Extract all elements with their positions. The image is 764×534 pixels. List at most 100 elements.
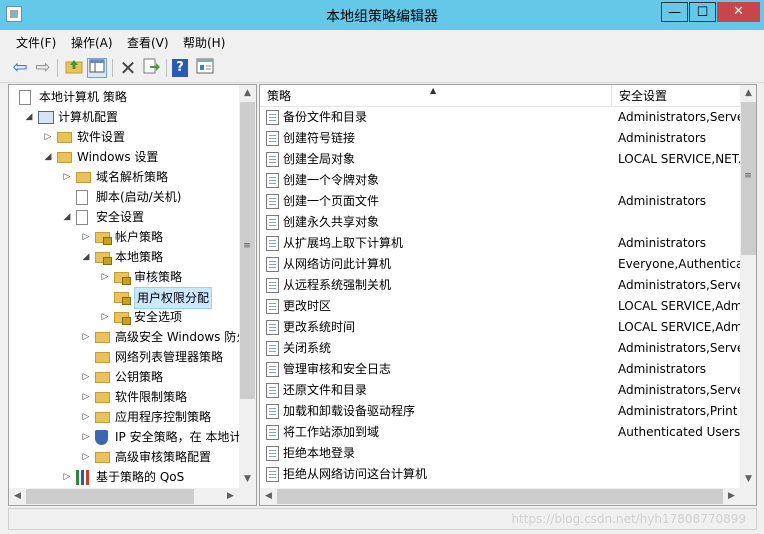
- back-arrow-icon[interactable]: ⇦: [10, 58, 30, 78]
- policy-name: 备份文件和目录: [283, 110, 368, 124]
- tree-vertical-scrollbar[interactable]: ▲ ≡ ▼: [239, 85, 256, 488]
- tree-item[interactable]: ▷ 软件设置: [9, 127, 239, 147]
- scroll-up-button[interactable]: ▲: [239, 85, 256, 102]
- tree-item[interactable]: 本地计算机 策略: [9, 87, 239, 107]
- collapsed-arrow-icon[interactable]: ▷: [79, 367, 93, 387]
- expanded-arrow-icon[interactable]: ◢: [60, 207, 74, 227]
- tree-item[interactable]: ▷ 安全选项: [9, 307, 239, 327]
- scroll-down-button[interactable]: ▼: [239, 471, 256, 488]
- up-folder-icon[interactable]: [64, 58, 84, 78]
- tree-item[interactable]: ◢ 本地策略: [9, 247, 239, 267]
- list-item[interactable]: 管理审核和安全日志 Administrators: [260, 359, 740, 380]
- menu-file[interactable]: 文件(F): [16, 34, 56, 51]
- maximize-button[interactable]: ☐: [689, 2, 716, 22]
- tree-item[interactable]: ▷ 公钥策略: [9, 367, 239, 387]
- scroll-left-button[interactable]: ◀: [260, 488, 277, 505]
- list-item[interactable]: 备份文件和目录 Administrators,Server: [260, 107, 740, 128]
- list-item[interactable]: 从扩展坞上取下计算机 Administrators: [260, 233, 740, 254]
- tree-item[interactable]: ▷ 域名解析策略: [9, 167, 239, 187]
- watermark-text: https://blog.csdn.net/hyh17808770899: [511, 512, 746, 526]
- expanded-arrow-icon[interactable]: ◢: [41, 147, 55, 167]
- tree-pane[interactable]: 本地计算机 策略 ◢ 计算机配置 ▷ 软件设置 ◢ Windows 设置 ▷ 域名解析策略 脚本(…: [8, 84, 257, 506]
- collapsed-arrow-icon[interactable]: ▷: [79, 427, 93, 447]
- tree-item[interactable]: ◢ 计算机配置: [9, 107, 239, 127]
- export-icon[interactable]: [141, 58, 161, 78]
- locked-folder-icon: [95, 232, 112, 245]
- help-icon[interactable]: ?: [172, 59, 188, 77]
- policy-setting-icon: [266, 383, 279, 398]
- tree-horizontal-scrollbar[interactable]: ◀ ▶: [9, 488, 239, 505]
- scroll-right-button[interactable]: ▶: [723, 488, 740, 505]
- scrollbar-thumb[interactable]: [277, 489, 723, 504]
- menu-view[interactable]: 查看(V): [127, 34, 169, 51]
- collapsed-arrow-icon[interactable]: ▷: [79, 387, 93, 407]
- forward-arrow-icon[interactable]: ⇨: [33, 58, 53, 78]
- list-item[interactable]: 创建符号链接 Administrators: [260, 128, 740, 149]
- collapsed-arrow-icon[interactable]: ▷: [79, 227, 93, 247]
- expanded-arrow-icon[interactable]: ◢: [79, 247, 93, 267]
- list-item[interactable]: 创建永久共享对象: [260, 212, 740, 233]
- tree-item[interactable]: ▷ 帐户策略: [9, 227, 239, 247]
- list-item[interactable]: 拒绝本地登录: [260, 443, 740, 464]
- tree-item[interactable]: ▷ 基于策略的 QoS: [9, 467, 239, 487]
- collapsed-arrow-icon[interactable]: ▷: [98, 267, 112, 287]
- tree-item[interactable]: ▷ 软件限制策略: [9, 387, 239, 407]
- expanded-arrow-icon[interactable]: ◢: [22, 107, 36, 127]
- list-item[interactable]: 创建一个令牌对象: [260, 170, 740, 191]
- tree-item-label: 帐户策略: [115, 230, 164, 244]
- menu-help[interactable]: 帮助(H): [183, 34, 225, 51]
- security-setting-value: Administrators,Server: [618, 110, 740, 124]
- minimize-button[interactable]: —: [661, 2, 688, 22]
- tree-item[interactable]: 网络列表管理器策略: [9, 347, 239, 367]
- scroll-down-button[interactable]: ▼: [740, 471, 756, 488]
- tree-item[interactable]: ▷ 高级安全 Windows 防火: [9, 327, 249, 347]
- policy-setting-icon: [266, 362, 279, 377]
- scrollbar-thumb[interactable]: [26, 489, 194, 504]
- scroll-left-button[interactable]: ◀: [9, 488, 26, 505]
- tree-item[interactable]: 用户权限分配: [9, 287, 239, 309]
- column-header-setting[interactable]: 安全设置: [612, 85, 741, 107]
- collapsed-arrow-icon[interactable]: ▷: [60, 467, 74, 487]
- tree-item[interactable]: ◢ 安全设置: [9, 207, 239, 227]
- scroll-corner: [239, 488, 256, 505]
- properties-icon[interactable]: [195, 58, 215, 78]
- list-item[interactable]: 从远程系统强制关机 Administrators,Server: [260, 275, 740, 296]
- collapsed-arrow-icon[interactable]: ▷: [41, 127, 55, 147]
- delete-icon[interactable]: ✕: [118, 58, 138, 78]
- collapsed-arrow-icon[interactable]: ▷: [60, 167, 74, 187]
- list-item[interactable]: 将工作站添加到域 Authenticated Users: [260, 422, 740, 443]
- tree-item[interactable]: ◢ Windows 设置: [9, 147, 239, 167]
- list-item[interactable]: 拒绝从网络访问这台计算机: [260, 464, 740, 485]
- list-item[interactable]: 还原文件和目录 Administrators,Server: [260, 380, 740, 401]
- folder-icon: [95, 372, 110, 383]
- list-item[interactable]: 加载和卸载设备驱动程序 Administrators,Print O: [260, 401, 740, 422]
- collapsed-arrow-icon[interactable]: ▷: [79, 447, 93, 467]
- policy-name: 拒绝从网络访问这台计算机: [283, 467, 428, 481]
- collapsed-arrow-icon[interactable]: ▷: [79, 407, 93, 427]
- collapsed-arrow-icon[interactable]: ▷: [79, 327, 93, 347]
- column-header-policy[interactable]: 策略 ▲: [260, 85, 612, 107]
- folder-icon: [76, 172, 91, 183]
- collapsed-arrow-icon[interactable]: ▷: [98, 307, 112, 327]
- list-item[interactable]: 关闭系统 Administrators,Server: [260, 338, 740, 359]
- list-item[interactable]: 更改系统时间 LOCAL SERVICE,Admi: [260, 317, 740, 338]
- list-item[interactable]: 创建全局对象 LOCAL SERVICE,NET...: [260, 149, 740, 170]
- policy-setting-icon: [266, 320, 279, 335]
- list-item[interactable]: 更改时区 LOCAL SERVICE,Admi: [260, 296, 740, 317]
- scroll-up-button[interactable]: ▲: [740, 85, 756, 102]
- scroll-right-button[interactable]: ▶: [222, 488, 239, 505]
- tree-item[interactable]: ▷ IP 安全策略，在 本地计: [9, 427, 241, 447]
- tree-item[interactable]: 脚本(启动/关机): [9, 187, 239, 207]
- tree-item[interactable]: ▷ 审核策略: [9, 267, 239, 287]
- show-tree-icon[interactable]: [87, 58, 107, 78]
- close-button[interactable]: ✕: [717, 2, 760, 22]
- scrollbar-grip: ≡: [744, 171, 752, 181]
- menu-action[interactable]: 操作(A): [71, 34, 113, 51]
- list-horizontal-scrollbar[interactable]: ◀ ▶: [260, 488, 740, 505]
- policy-list-pane[interactable]: 策略 ▲ 安全设置 备份文件和目录 Administrators,Server 创建…: [259, 84, 757, 506]
- list-vertical-scrollbar[interactable]: ▲ ≡ ▼: [740, 85, 756, 488]
- list-item[interactable]: 从网络访问此计算机 Everyone,Authenticate: [260, 254, 740, 275]
- tree-item[interactable]: ▷ 应用程序控制策略: [9, 407, 239, 427]
- tree-item[interactable]: ▷ 高级审核策略配置: [9, 447, 239, 467]
- list-item[interactable]: 创建一个页面文件 Administrators: [260, 191, 740, 212]
